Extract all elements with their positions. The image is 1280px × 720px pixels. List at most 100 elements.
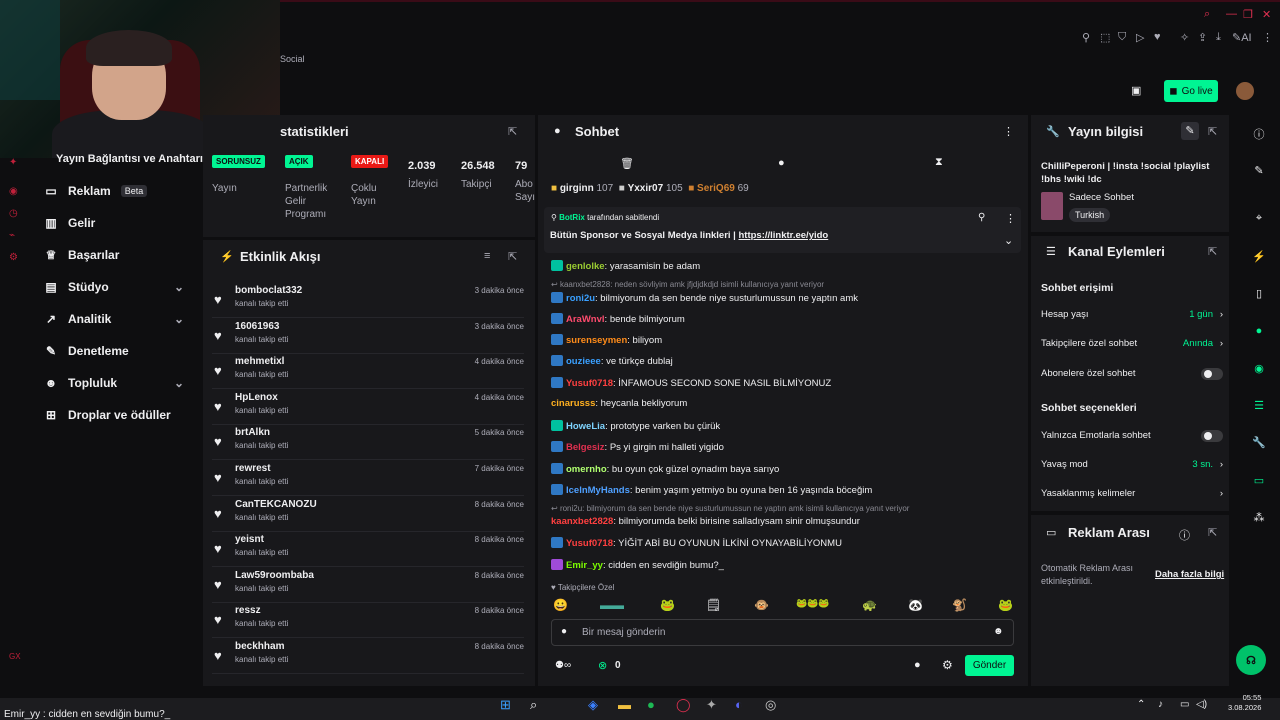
list-item[interactable]: ♥ bomboclat332 kanalı takip etti 3 dakika ö… (212, 284, 524, 318)
list-item[interactable]: ♥ mehmetixl kanalı takip etti 4 dakika önce (212, 355, 524, 390)
gear-icon[interactable]: ⚙ (942, 658, 953, 672)
chat-message[interactable]: HoweLia: prototype varken bu çürük (551, 420, 720, 432)
sidebar-item-moderation[interactable]: ✎ Denetleme (44, 344, 194, 358)
emote-icon[interactable]: 🐒 (952, 598, 967, 612)
gifter-name[interactable]: girginn (560, 183, 594, 194)
popout-icon[interactable]: ⇱ (508, 250, 517, 263)
chat-username[interactable]: ouzieee (566, 356, 601, 367)
emote-icon[interactable]: ▬▬ (600, 598, 624, 612)
search-icon[interactable]: ⌕ (1204, 8, 1210, 21)
list-item[interactable]: ♥ yeisnt kanalı takip etti 8 dakika önce (212, 533, 524, 568)
chat-message[interactable]: surenseymen: biliyom (551, 334, 662, 346)
follower-name[interactable]: Law59roombaba (235, 570, 314, 581)
search-icon[interactable]: ⌕ (530, 697, 537, 713)
chat-message[interactable]: Emir_yy: cidden en sevdiğin bumu?_ (551, 559, 724, 571)
sidebar-item-drops[interactable]: ⊞ Droplar ve ödüller (44, 408, 194, 422)
chat-username[interactable]: Belgesiz (566, 442, 605, 453)
share-icon[interactable]: ⇪ (1198, 31, 1207, 44)
menu-icon[interactable]: ⋮ (1262, 31, 1273, 44)
obs-icon[interactable]: ◎ (765, 697, 776, 713)
heart-icon[interactable]: ♥ (1154, 31, 1161, 43)
list-item[interactable]: ♥ 16061963 kanalı takip etti 3 dakika önce (212, 320, 524, 354)
follower-name[interactable]: beckhham (235, 641, 284, 652)
more-options-icon[interactable]: ⋮ (1003, 125, 1014, 138)
apps-icon[interactable]: ⁂ (1252, 511, 1266, 524)
emote-icon[interactable]: 😀 (553, 598, 568, 612)
follower-name[interactable]: rewrest (235, 463, 271, 474)
chat-input[interactable]: Bir mesaj gönderin (551, 619, 1014, 646)
volume-icon[interactable]: ◁) (1196, 699, 1207, 710)
follower-name[interactable]: brtAlkn (235, 427, 270, 438)
more-options-icon[interactable]: ⋮ (1005, 212, 1016, 225)
chat-username[interactable]: HoweLia (566, 421, 605, 432)
follower-name[interactable]: yeisnt (235, 534, 264, 545)
subs-chat-toggle[interactable] (1201, 367, 1223, 380)
chat-username[interactable]: roni2u (566, 293, 595, 304)
emote-icon[interactable]: 🐵 (754, 598, 769, 612)
more-info-link[interactable]: Daha fazla bilgi (1155, 569, 1224, 580)
sliders-icon[interactable]: ☰ (1252, 399, 1266, 412)
close-icon[interactable]: ✕ (1262, 8, 1271, 21)
banned-words-row[interactable]: Yasaklanmış kelimeler › (1041, 488, 1223, 499)
ai-icon[interactable]: ✎AI (1232, 31, 1252, 44)
followers-chat-row[interactable]: Takipçilere özel sohbet Anında › (1041, 338, 1223, 349)
mic-icon[interactable]: ♪ (1158, 699, 1163, 710)
sidebar-item-studio[interactable]: ▤ Stüdyo ⌄ (44, 280, 194, 294)
popout-icon[interactable]: ⇱ (1208, 245, 1217, 258)
emote-icon[interactable]: 🐸🐸🐸 (796, 598, 830, 609)
chat-message[interactable]: roni2u: bilmiyorum da sen bende niye sus… (551, 292, 858, 304)
sidebar-item-revenue[interactable]: ▥ Gelir (44, 216, 194, 230)
clock[interactable]: 05:55 3.08.2026 (1228, 693, 1261, 713)
follower-name[interactable]: ressz (235, 605, 261, 616)
app-icon[interactable]: ✦ (706, 697, 717, 713)
document-icon[interactable]: ▯ (1252, 287, 1266, 300)
emote-picker-icon[interactable]: ● (561, 626, 567, 637)
broadcast-icon[interactable]: ◉ (1252, 362, 1266, 375)
window-icon[interactable]: ▭ (1252, 474, 1266, 487)
follower-name[interactable]: mehmetixl (235, 356, 284, 367)
edge-icon[interactable]: ◈ (588, 697, 598, 713)
chat-message[interactable]: cinarusss: heycanla bekliyorum (551, 398, 687, 409)
emote-icon[interactable]: 🐼 (908, 598, 923, 612)
chevron-up-icon[interactable]: ⌃ (1137, 699, 1145, 710)
chat-message[interactable]: IcelnMyHands: benim yaşım yetmiyo bu oyu… (551, 484, 872, 496)
chat-message[interactable]: omernho: bu oyun çok güzel oynadım baya … (551, 463, 779, 475)
emoji-icon[interactable]: ☻ (993, 626, 1004, 637)
popout-icon[interactable]: ⇱ (508, 125, 517, 138)
info-icon[interactable]: ⓘ (1252, 126, 1266, 142)
list-item[interactable]: ♥ ressz kanalı takip etti 8 dakika önce (212, 604, 524, 639)
chat-username[interactable]: kaanxbet2828 (551, 516, 613, 527)
chat-username[interactable]: cinarusss (551, 398, 595, 409)
link-icon[interactable]: ⌁ (9, 230, 15, 241)
popout-icon[interactable]: ⇱ (1208, 526, 1217, 539)
wrench-icon[interactable]: 🔧 (1252, 436, 1266, 449)
sidebar-item-analytics[interactable]: ↗ Analitik ⌄ (44, 312, 194, 326)
target-icon[interactable]: ⌖ (1252, 212, 1266, 225)
gifter-name[interactable]: Yxxir07 (628, 183, 664, 194)
chat-message[interactable]: genlolke: yarasamisin be adam (551, 260, 700, 272)
sidebar-item-community[interactable]: ☻ Topluluk ⌄ (44, 376, 194, 390)
chat-message[interactable]: Yusuf0718: İNFAMOUS SECOND SONE NASIL Bİ… (551, 377, 831, 389)
restore-icon[interactable]: ❐ (1243, 8, 1253, 21)
list-item[interactable]: ♥ brtAlkn kanalı takip etti 5 dakika önce (212, 426, 524, 461)
info-icon[interactable]: ⓘ (1179, 527, 1190, 543)
record-icon[interactable]: ◉ (9, 186, 18, 197)
trash-icon[interactable]: 🗑 (620, 157, 634, 170)
send-button[interactable]: Gönder (965, 655, 1014, 676)
follower-name[interactable]: bomboclat332 (235, 285, 302, 296)
chat-bubble-icon[interactable]: ● (1252, 325, 1266, 337)
popout-icon[interactable]: ⇱ (1208, 125, 1217, 138)
follower-name[interactable]: HpLenox (235, 392, 278, 403)
chat-message[interactable]: ouzieee: ve türkçe dublaj (551, 355, 673, 367)
camera-icon[interactable]: ▣ (1131, 84, 1141, 97)
follower-name[interactable]: 16061963 (235, 321, 280, 332)
chat-icon[interactable]: ● (778, 157, 785, 169)
pinned-link[interactable]: https://linktr.ee/yido (738, 230, 828, 241)
folder-icon[interactable]: ▬ (618, 697, 631, 712)
opera-gx-icon[interactable]: ◯ (676, 697, 691, 713)
list-item[interactable]: ♥ beckhham kanalı takip etti 8 dakika önce (212, 640, 524, 674)
chat-settings-bubble-icon[interactable]: ● (914, 659, 921, 671)
chat-username[interactable]: genlolke (566, 261, 605, 272)
minimize-icon[interactable]: — (1226, 8, 1237, 20)
chat-username[interactable]: Emir_yy (566, 560, 603, 571)
